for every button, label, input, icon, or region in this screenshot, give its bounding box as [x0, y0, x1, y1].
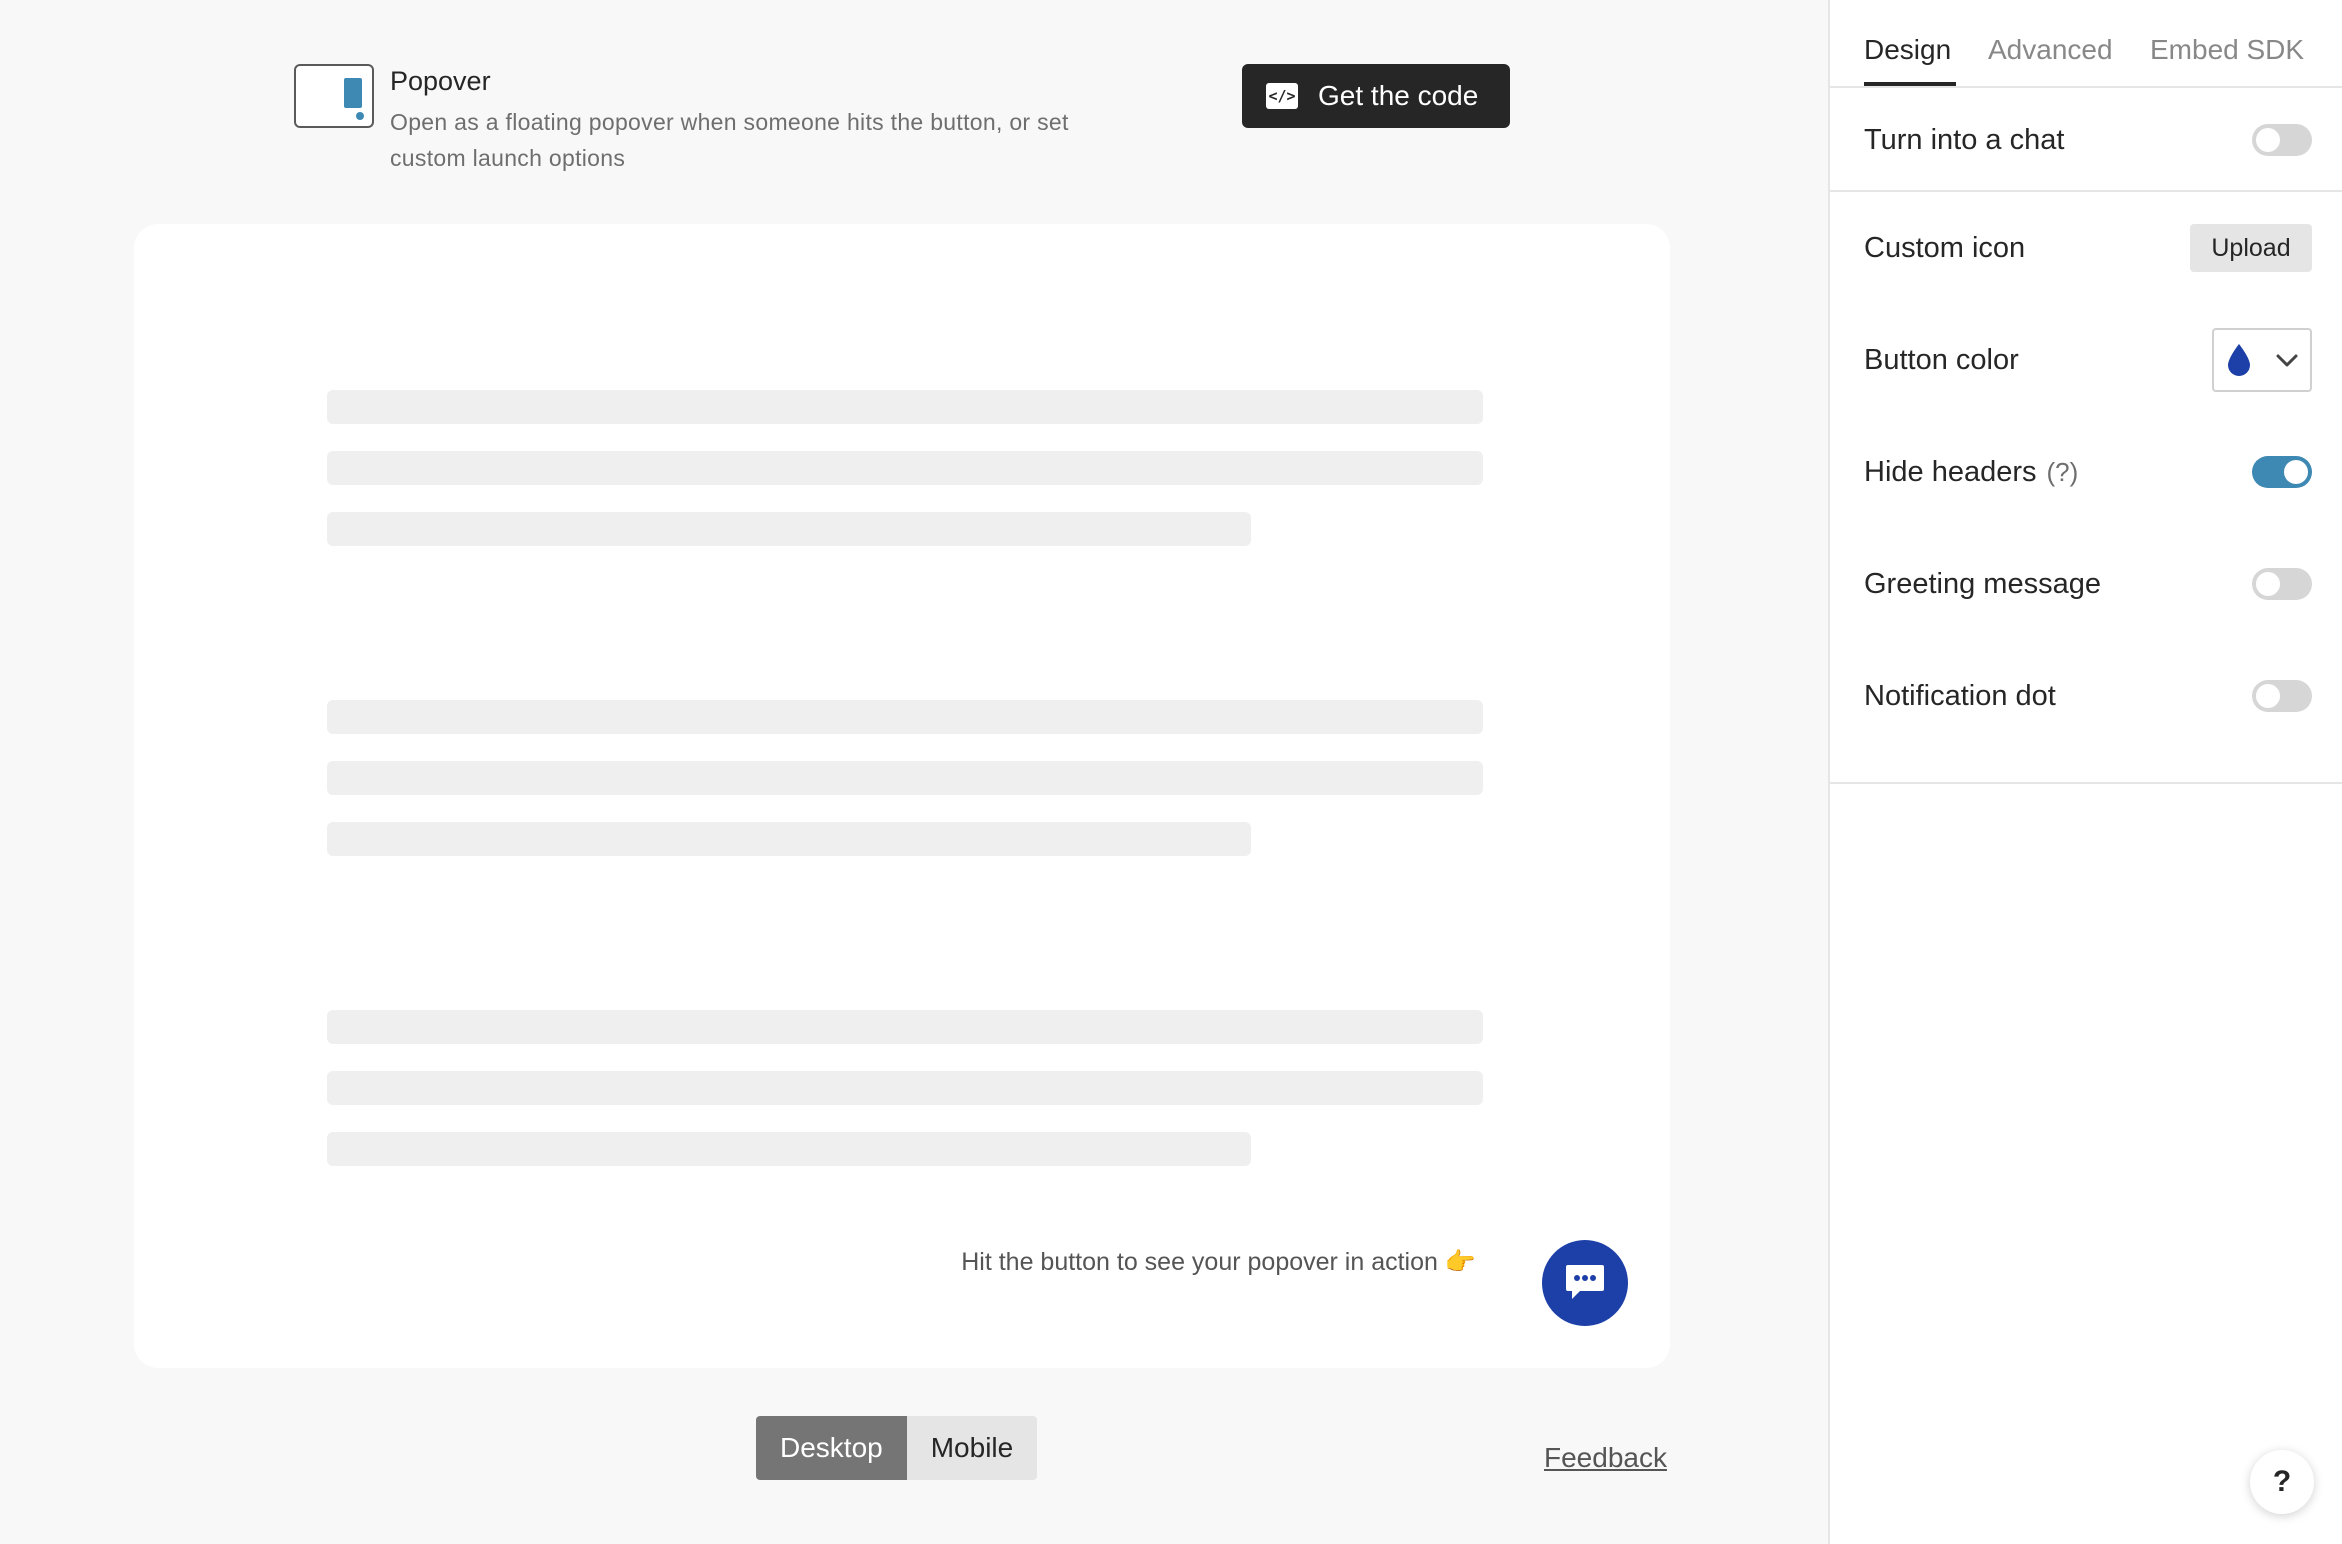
toggle-knob	[2284, 460, 2308, 484]
custom-icon-label: Custom icon	[1864, 232, 2026, 264]
embed-type-title: Popover	[390, 66, 491, 96]
button-color-label: Button color	[1864, 344, 2019, 376]
settings-panel: Design Advanced Embed SDK Turn into a ch…	[1828, 0, 2342, 1544]
greeting-message-toggle[interactable]	[2252, 568, 2312, 600]
toggle-knob	[2256, 684, 2280, 708]
chevron-down-icon	[2276, 354, 2298, 367]
help-button[interactable]: ?	[2250, 1450, 2314, 1514]
desktop-view-button[interactable]: Desktop	[756, 1416, 907, 1480]
color-drop-icon	[2228, 344, 2250, 376]
hide-headers-help-hint[interactable]: (?)	[2047, 457, 2079, 487]
popover-launcher-dot	[356, 112, 364, 120]
notification-dot-toggle[interactable]	[2252, 680, 2312, 712]
preview-card: Hit the button to see your popover in ac…	[134, 224, 1670, 1368]
hide-headers-toggle[interactable]	[2252, 456, 2312, 488]
notification-dot-label: Notification dot	[1864, 680, 2056, 712]
skeleton-line	[327, 700, 1483, 734]
chat-bubble-icon	[1566, 1265, 1604, 1299]
get-the-code-label: Get the code	[1318, 80, 1479, 111]
skeleton-line	[327, 1010, 1483, 1044]
skeleton-line	[327, 451, 1483, 485]
toggle-knob	[2256, 128, 2280, 152]
tab-embed-sdk[interactable]: Embed SDK	[2150, 34, 2304, 66]
mobile-view-button[interactable]: Mobile	[906, 1416, 1038, 1480]
skeleton-line	[327, 1132, 1251, 1166]
code-icon: </>	[1266, 83, 1298, 109]
tab-design[interactable]: Design	[1864, 34, 1951, 66]
section-divider	[1830, 190, 2342, 192]
skeleton-line	[327, 761, 1483, 795]
tab-advanced[interactable]: Advanced	[1988, 34, 2113, 66]
chat-launcher-button[interactable]	[1542, 1240, 1628, 1326]
active-tab-indicator	[1864, 82, 1956, 86]
skeleton-line	[327, 512, 1251, 546]
main-preview-area: Popover Open as a floating popover when …	[0, 0, 1828, 1544]
skeleton-line	[327, 390, 1483, 424]
popover-layout-icon	[294, 64, 374, 128]
get-the-code-button[interactable]: </> Get the code	[1242, 64, 1510, 128]
toggle-knob	[2256, 572, 2280, 596]
greeting-message-label: Greeting message	[1864, 568, 2101, 600]
turn-into-chat-toggle[interactable]	[2252, 124, 2312, 156]
section-divider	[1830, 782, 2342, 784]
device-toggle: Desktop Mobile	[756, 1416, 1038, 1480]
feedback-link[interactable]: Feedback	[1544, 1442, 1667, 1474]
hide-headers-text: Hide headers	[1864, 456, 2037, 488]
popover-panel-shape	[344, 78, 362, 108]
upload-icon-button[interactable]: Upload	[2190, 224, 2312, 272]
embed-type-description: Open as a floating popover when someone …	[390, 109, 1069, 171]
skeleton-line	[327, 1071, 1483, 1105]
app-window: Popover Open as a floating popover when …	[0, 0, 2342, 1544]
button-color-picker[interactable]	[2212, 328, 2312, 392]
skeleton-line	[327, 822, 1251, 856]
turn-into-chat-label: Turn into a chat	[1864, 124, 2065, 156]
hide-headers-label: Hide headers (?)	[1864, 456, 2078, 489]
preview-hint-text: Hit the button to see your popover in ac…	[961, 1248, 1476, 1276]
settings-tabs: Design Advanced Embed SDK	[1830, 0, 2342, 88]
